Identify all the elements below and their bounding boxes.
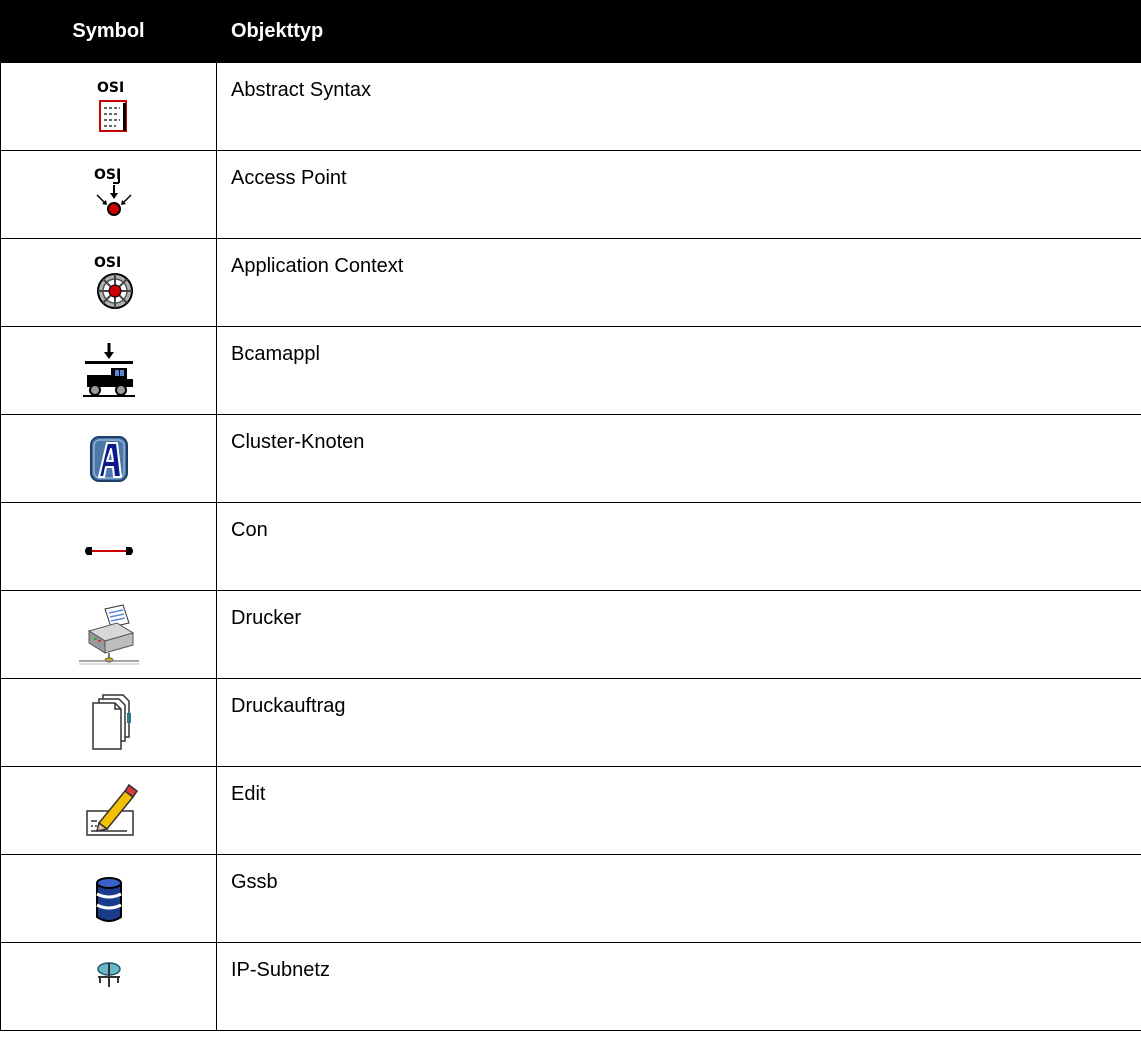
object-type-label: Edit [216, 766, 1141, 855]
column-header-symbol: Symbol [0, 0, 217, 63]
object-type-label: Abstract Syntax [216, 62, 1141, 151]
table-row: Bcamappl [0, 326, 1141, 415]
osi-application-context-icon: OSI [77, 251, 141, 315]
column-header-object-type: Objekttyp [216, 0, 1141, 63]
symbol-cell [0, 590, 217, 679]
object-type-label: Drucker [216, 590, 1141, 679]
object-type-label: IP-Subnetz [216, 942, 1141, 1031]
symbol-cell: OSI [0, 62, 217, 151]
symbol-cell: OSI [0, 238, 217, 327]
table-row: Druckauftrag [0, 678, 1141, 767]
symbol-cell: OSI [0, 150, 217, 239]
osi-label: OSI [94, 255, 121, 271]
ip-subnet-icon [77, 955, 141, 1019]
edit-pencil-icon [77, 779, 141, 843]
table-row: Gssb [0, 854, 1141, 943]
cluster-node-a-icon [77, 427, 141, 491]
object-type-label: Cluster-Knoten [216, 414, 1141, 503]
object-type-label: Con [216, 502, 1141, 591]
table-row: IP-Subnetz [0, 942, 1141, 1031]
object-type-label: Gssb [216, 854, 1141, 943]
bcamappl-truck-icon [77, 339, 141, 403]
table-header-row: Symbol Objekttyp [0, 0, 1141, 63]
osi-abstract-syntax-icon: OSI [77, 75, 141, 139]
osi-label: OSI [97, 80, 124, 96]
object-type-label: Bcamappl [216, 326, 1141, 415]
table-row: OSI Application Context [0, 238, 1141, 327]
object-type-label: Druckauftrag [216, 678, 1141, 767]
table-row: Edit [0, 766, 1141, 855]
symbol-cell [0, 326, 217, 415]
table-row: Cluster-Knoten [0, 414, 1141, 503]
symbol-cell [0, 502, 217, 591]
object-type-label: Access Point [216, 150, 1141, 239]
osi-access-point-icon: OSI [77, 163, 141, 227]
table-row: OSI Access Point [0, 150, 1141, 239]
printer-icon [77, 603, 141, 667]
table-row: OSI Abstract Syntax [0, 62, 1141, 151]
symbol-cell [0, 854, 217, 943]
print-job-pages-icon [77, 691, 141, 755]
table-row: Con [0, 502, 1141, 591]
object-type-label: Application Context [216, 238, 1141, 327]
symbol-cell [0, 678, 217, 767]
symbol-cell [0, 942, 217, 1031]
symbol-cell [0, 414, 217, 503]
osi-label: OSI [94, 167, 121, 183]
symbol-cell [0, 766, 217, 855]
object-type-symbol-table: Symbol Objekttyp OSI Abstract Syntax OSI… [0, 0, 1141, 1031]
connection-line-icon [77, 515, 141, 579]
table-row: Drucker [0, 590, 1141, 679]
database-stack-icon [77, 867, 141, 931]
